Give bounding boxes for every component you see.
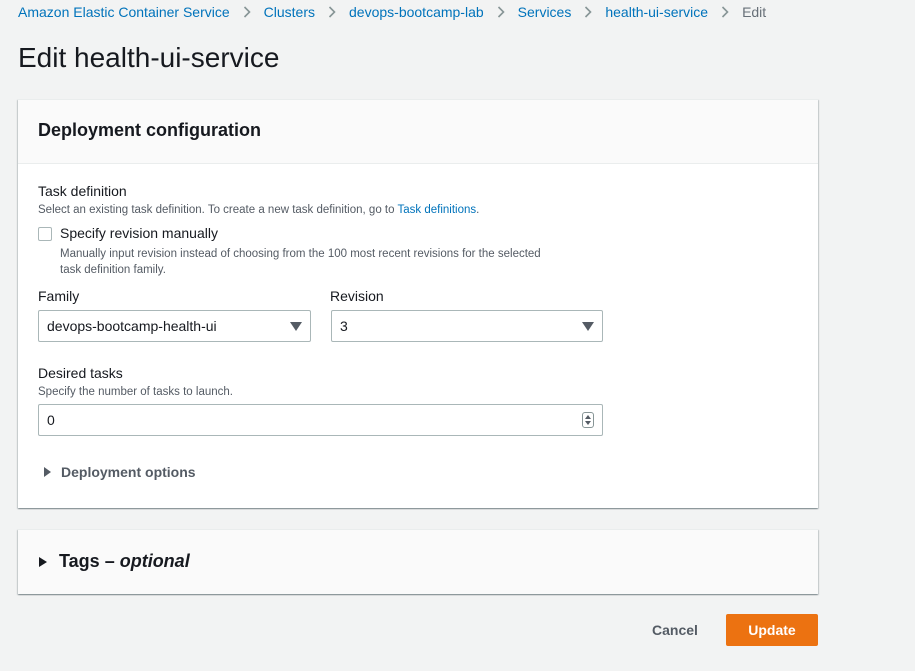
task-definitions-link[interactable]: Task definitions (398, 204, 477, 216)
breadcrumb-current: Edit (742, 4, 767, 20)
tags-dash: – (99, 551, 120, 571)
caret-right-icon (44, 467, 51, 477)
caret-down-icon (290, 321, 302, 331)
desired-tasks-input[interactable]: 0 (38, 404, 603, 436)
tags-panel: Tags – optional (18, 529, 818, 594)
breadcrumb-link-services[interactable]: Services (518, 4, 572, 20)
chevron-right-icon (584, 6, 592, 18)
panel-header: Deployment configuration (18, 100, 818, 164)
task-definition-description: Select an existing task definition. To c… (38, 204, 479, 216)
panel-title: Deployment configuration (38, 120, 262, 140)
page-title: Edit health-ui-service (18, 42, 280, 73)
tags-expander[interactable]: Tags – optional (39, 551, 190, 572)
number-spinner-icon[interactable] (582, 412, 594, 428)
breadcrumb-link-cluster[interactable]: devops-bootcamp-lab (349, 4, 484, 20)
breadcrumb-link-ecs[interactable]: Amazon Elastic Container Service (18, 4, 230, 20)
deployment-options-expander[interactable]: Deployment options (44, 464, 196, 480)
revision-select-value: 3 (340, 318, 348, 334)
tags-title: Tags – optional (59, 551, 190, 572)
specify-revision-desc-line1: Manually input revision instead of choos… (60, 248, 541, 260)
revision-label: Revision (330, 288, 384, 304)
caret-right-icon (39, 556, 47, 567)
tags-label: Tags (59, 551, 100, 571)
specify-revision-description: Manually input revision instead of choos… (60, 246, 541, 278)
chevron-right-icon (721, 6, 729, 18)
update-button[interactable]: Update (726, 614, 818, 646)
specify-revision-checkbox[interactable] (38, 227, 52, 241)
task-definition-label: Task definition (38, 183, 127, 199)
chevron-right-icon (328, 6, 336, 18)
revision-select[interactable]: 3 (331, 310, 603, 342)
deployment-options-label: Deployment options (61, 464, 196, 480)
family-select-value: devops-bootcamp-health-ui (47, 318, 217, 334)
caret-down-icon (582, 321, 594, 331)
breadcrumb: Amazon Elastic Container Service Cluster… (18, 2, 766, 22)
task-definition-desc-text: Select an existing task definition. To c… (38, 204, 398, 216)
specify-revision-desc-line2: task definition family. (60, 264, 166, 276)
spin-up-icon[interactable] (585, 415, 591, 419)
desired-tasks-label: Desired tasks (38, 365, 123, 381)
chevron-right-icon (243, 6, 251, 18)
deployment-configuration-panel: Deployment configuration Task definition… (18, 99, 818, 508)
desired-tasks-description: Specify the number of tasks to launch. (38, 386, 233, 398)
cancel-button[interactable]: Cancel (640, 614, 710, 646)
task-definition-desc-end: . (476, 204, 480, 216)
desired-tasks-value: 0 (47, 412, 55, 428)
family-label: Family (38, 288, 80, 304)
spin-down-icon[interactable] (585, 421, 591, 425)
tags-optional: optional (119, 551, 190, 571)
breadcrumb-link-clusters[interactable]: Clusters (264, 4, 315, 20)
breadcrumb-link-service[interactable]: health-ui-service (605, 4, 708, 20)
specify-revision-label[interactable]: Specify revision manually (60, 225, 218, 241)
chevron-right-icon (497, 6, 505, 18)
family-select[interactable]: devops-bootcamp-health-ui (38, 310, 311, 342)
